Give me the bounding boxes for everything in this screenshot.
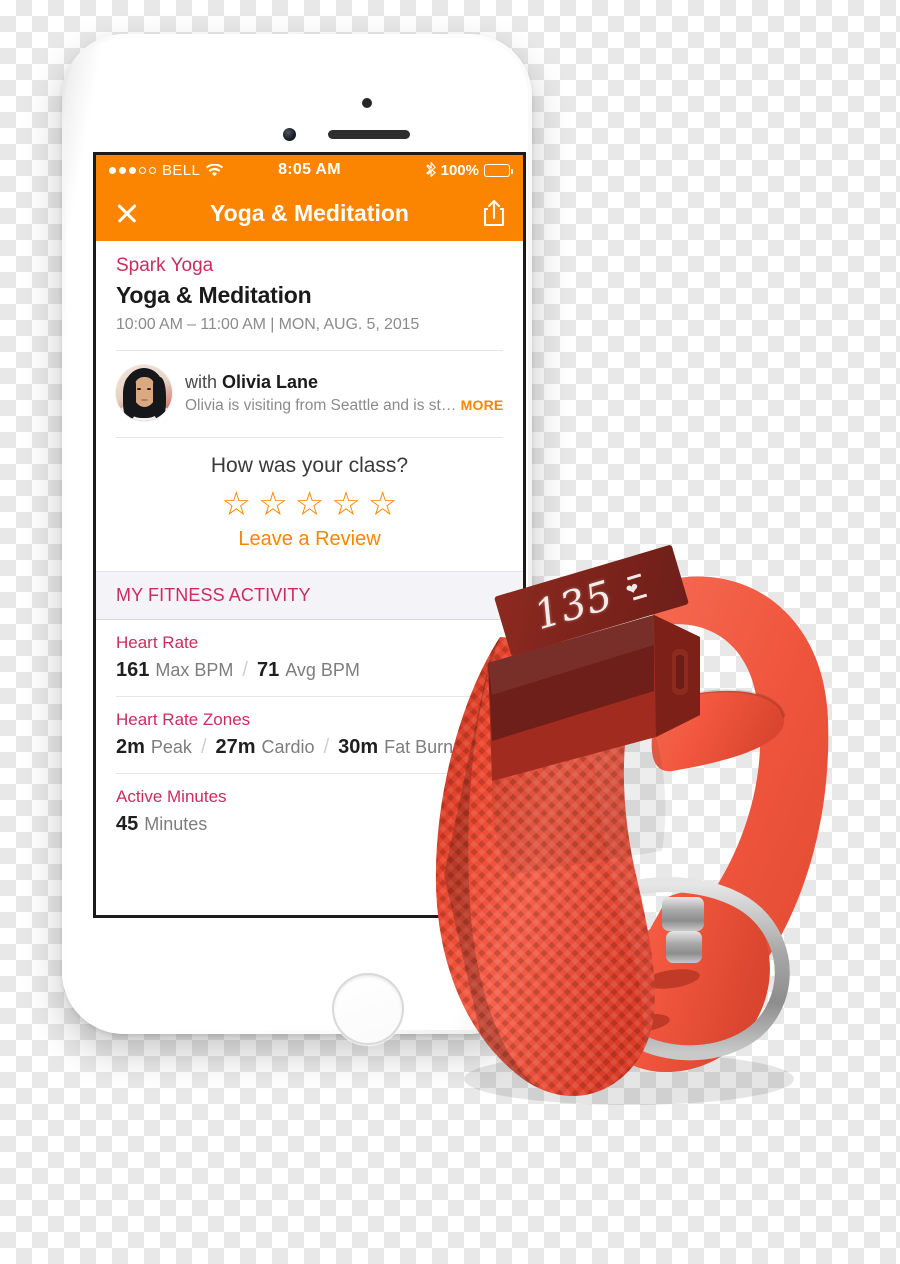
star-icon-1[interactable]: ☆ (222, 487, 252, 520)
stat-unit: Max BPM (155, 660, 234, 680)
tracker-illustration (435, 576, 829, 1105)
star-icon-2[interactable]: ☆ (258, 487, 288, 520)
battery-percent-label: 100% (440, 161, 479, 179)
stat-value: 30m (338, 736, 379, 758)
studio-name[interactable]: Spark Yoga (116, 241, 503, 277)
instructor-bio-preview: Olivia is visiting from Seattle and is s… (185, 396, 457, 414)
stat-value: 71 (256, 659, 280, 681)
share-icon (483, 199, 505, 227)
stat-separator: / (242, 659, 248, 681)
stat-value: 161 (116, 659, 150, 681)
stat-unit: Peak (150, 737, 192, 757)
home-button[interactable] (332, 973, 404, 1045)
stat-unit: Minutes (144, 814, 208, 834)
heart-icon: ❤ (623, 572, 651, 601)
stat-separator: / (323, 736, 330, 758)
avatar (116, 365, 172, 421)
earpiece-speaker (328, 130, 410, 139)
app-nav-bar: Yoga & Meditation (96, 185, 523, 241)
more-link[interactable]: MORE (461, 397, 504, 413)
buckle-prong (662, 897, 704, 931)
stat-value: 45 (116, 813, 139, 835)
stat-unit: Avg BPM (285, 660, 360, 680)
instructor-text: with Olivia Lane Olivia is visiting from… (185, 372, 503, 415)
star-icon-3[interactable]: ☆ (295, 487, 325, 520)
status-bar-right: 100% (426, 161, 513, 179)
stat-value: 27m (215, 736, 256, 758)
class-title: Yoga & Meditation (116, 282, 312, 308)
instructor-bio-line: Olivia is visiting from Seattle and is s… (185, 397, 503, 415)
stat-unit: Cardio (261, 737, 315, 757)
instructor-row[interactable]: with Olivia Lane Olivia is visiting from… (96, 351, 523, 437)
fitness-tracker: 135 ❤ (404, 544, 844, 1105)
page-title: Yoga & Meditation (210, 199, 409, 226)
instructor-name: Olivia Lane (222, 371, 319, 392)
star-icon-4[interactable]: ☆ (331, 487, 361, 520)
bluetooth-icon (426, 162, 436, 177)
stat-value: 2m (116, 736, 145, 758)
front-camera-icon (283, 128, 296, 141)
star-rating[interactable]: ☆ ☆ ☆ ☆ ☆ (116, 487, 503, 520)
share-button[interactable] (481, 198, 507, 228)
class-schedule: 10:00 AM – 11:00 AM | MON, AUG. 5, 2015 (116, 316, 420, 333)
with-label: with (185, 371, 223, 392)
rating-question: How was your class? (210, 454, 409, 477)
battery-icon (484, 163, 513, 177)
fitness-section-title: MY FITNESS ACTIVITY (116, 585, 311, 605)
status-bar: BELL 8:05 AM 100% (96, 155, 523, 185)
proximity-sensor-icon (362, 98, 372, 108)
close-button[interactable] (112, 198, 142, 228)
heart-rate-value: 135 (529, 572, 619, 640)
class-info-block: Spark Yoga Yoga & Meditation 10:00 AM – … (96, 241, 523, 350)
instructor-name-line: with Olivia Lane (185, 372, 503, 393)
stat-separator: / (200, 736, 207, 758)
buckle-prong (666, 931, 702, 963)
star-icon-5[interactable]: ☆ (368, 487, 398, 520)
